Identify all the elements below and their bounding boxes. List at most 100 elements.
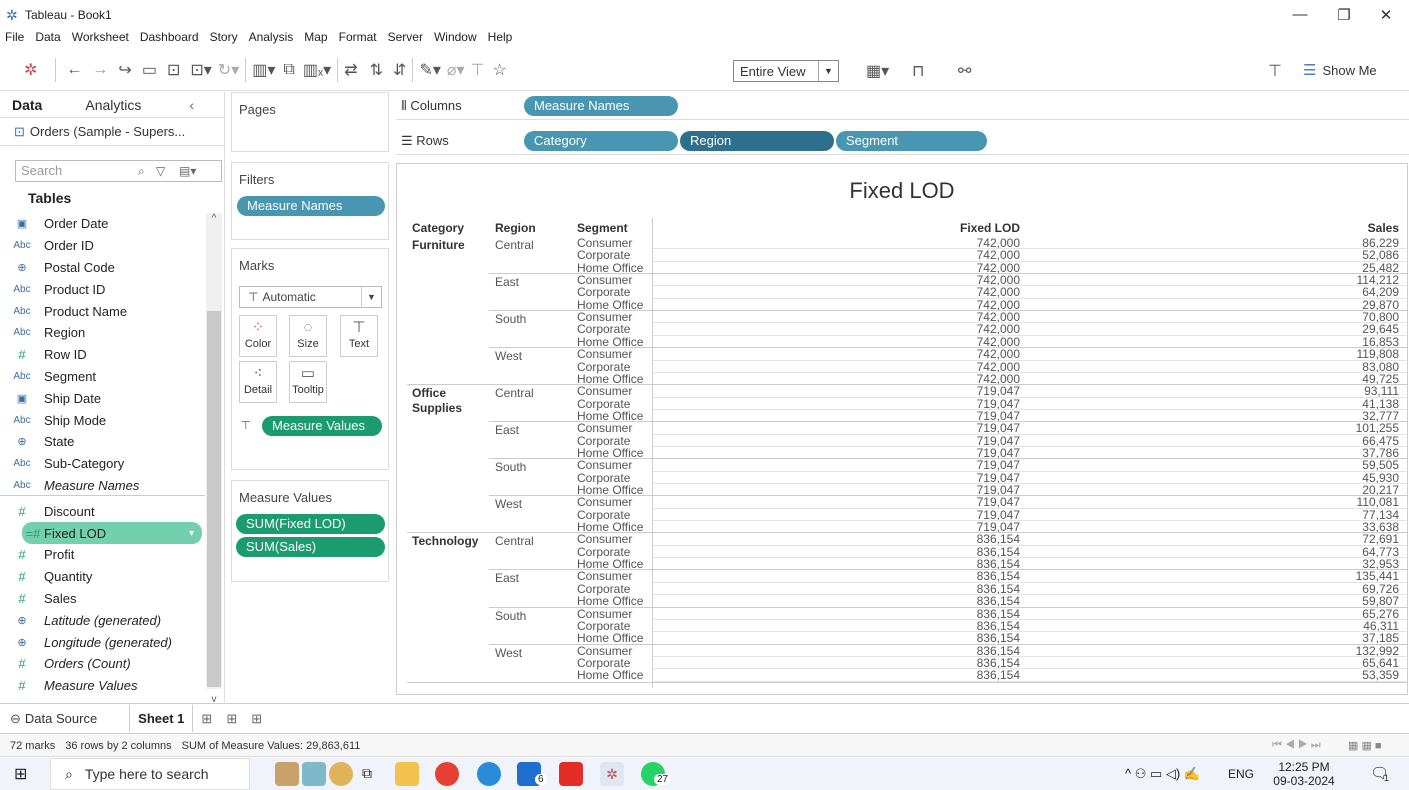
field-ship-date[interactable]: ▣ Ship Date [0,387,205,409]
detail-button[interactable]: ⁖ Detail [239,361,277,403]
field-measure-values[interactable]: # Measure Values [0,675,205,697]
scrollbar-thumb[interactable] [207,311,221,687]
tableau-home-icon[interactable]: ✲ [24,60,37,80]
filter-icon[interactable]: ▽ [156,161,165,181]
system-tray-icons[interactable]: ^ ⚇ ▭ ◁) ✍ [1125,766,1200,782]
search-input[interactable]: Search ⌕ ▽ ▤▾ [15,160,222,182]
menu-window[interactable]: Window [434,30,477,48]
mv-pill-sales[interactable]: SUM(Sales) [236,537,385,557]
field-profit[interactable]: # Profit [0,544,205,566]
segment-label[interactable]: Consumer [577,422,652,434]
segment-label[interactable]: Consumer [577,496,652,508]
search-icon[interactable]: ⌕ [138,161,145,181]
segment-label[interactable]: Home Office [577,262,652,274]
language-indicator[interactable]: ENG [1228,767,1254,781]
region-label[interactable]: East [495,275,519,289]
sheet1-tab[interactable]: Sheet 1 [129,705,194,732]
category-label[interactable]: Furniture [412,238,492,253]
category-label[interactable]: Office Supplies [412,386,492,416]
show-cards-icon[interactable]: ▦▾ [866,61,889,81]
menu-map[interactable]: Map [304,30,327,48]
field-discount[interactable]: # Discount [0,500,205,522]
segment-label[interactable]: Consumer [577,608,652,620]
segment-label[interactable]: Corporate [577,620,652,632]
app-bread-icon[interactable] [329,762,353,786]
segment-label[interactable]: Corporate [577,323,652,335]
segment-label[interactable]: Consumer [577,533,652,545]
region-label[interactable]: East [495,571,519,585]
tab-data[interactable]: Data [12,97,42,113]
segment-label[interactable]: Corporate [577,509,652,521]
segment-label[interactable]: Home Office [577,632,652,644]
marks-pill-measure-values[interactable]: Measure Values [262,416,382,436]
region-label[interactable]: West [495,646,522,660]
menu-file[interactable]: File [5,30,24,48]
mv-pill-fixed-lod[interactable]: SUM(Fixed LOD) [236,514,385,534]
size-button[interactable]: ◌ Size [289,315,327,357]
field-latitude-generated[interactable]: ⊕ Latitude (generated) [0,609,205,631]
field-product-name[interactable]: Abc Product Name [0,300,205,322]
file-explorer-icon[interactable] [395,762,419,786]
new-datasource-icon[interactable]: ⊡ [167,60,180,80]
viz-area[interactable]: Fixed LOD Category Region Segment Fixed … [396,163,1408,695]
color-button[interactable]: ⁘ Color [239,315,277,357]
datasource-item[interactable]: ⊡ Orders (Sample - Supers... [0,118,224,146]
segment-label[interactable]: Consumer [577,237,652,249]
region-label[interactable]: West [495,497,522,511]
segment-label[interactable]: Home Office [577,410,652,422]
field-orders-count[interactable]: # Orders (Count) [0,653,205,675]
field-quantity[interactable]: # Quantity [0,566,205,588]
menu-server[interactable]: Server [388,30,423,48]
menu-dashboard[interactable]: Dashboard [140,30,199,48]
columns-shelf[interactable]: ⦀ Columns Measure Names [396,92,1409,120]
segment-label[interactable]: Consumer [577,459,652,471]
menu-worksheet[interactable]: Worksheet [72,30,129,48]
menu-format[interactable]: Format [339,30,377,48]
field-measure-names[interactable]: Abc Measure Names [0,475,205,497]
maximize-button[interactable]: ❐ [1334,6,1354,24]
segment-label[interactable]: Home Office [577,484,652,496]
field-sub-category[interactable]: Abc Sub-Category [0,453,205,475]
presentation-icon[interactable]: ⊓ [912,61,924,81]
field-segment[interactable]: Abc Segment [0,366,205,388]
forward-icon[interactable]: → [92,61,108,79]
segment-label[interactable]: Corporate [577,546,652,558]
taskbar-search-input[interactable]: ⌕ Type here to search [50,758,250,790]
region-label[interactable]: East [495,423,519,437]
columns-pill-measure-names[interactable]: Measure Names [524,96,678,116]
field-ship-mode[interactable]: Abc Ship Mode [0,409,205,431]
field-product-id[interactable]: Abc Product ID [0,278,205,300]
clear-sheet-icon[interactable]: ▥ₓ▾ [303,60,331,80]
segment-label[interactable]: Consumer [577,311,652,323]
filters-card[interactable]: Filters Measure Names [231,162,389,240]
collapse-icon[interactable]: ‹ [189,97,194,113]
segment-label[interactable]: Corporate [577,249,652,261]
edge-icon[interactable] [477,762,501,786]
labels-icon[interactable]: ⊤ [471,60,485,80]
redo-icon[interactable]: ↪ [118,60,131,80]
data-source-tab[interactable]: Data Source [25,711,97,726]
field-order-id[interactable]: Abc Order ID [0,235,205,257]
segment-label[interactable]: Home Office [577,447,652,459]
new-dashboard-icon[interactable]: ⊞ [226,711,237,727]
navigation-icons[interactable]: ⏮ ◀ ▶ ⏭ [1272,739,1321,752]
segment-label[interactable]: Corporate [577,472,652,484]
show-me-button[interactable]: ☰ Show Me [1303,61,1377,79]
refresh-icon[interactable]: ↻▾ [218,60,239,80]
sort-ascending-icon[interactable]: ⇅ [370,60,383,80]
new-worksheet-icon[interactable]: ▥▾ [252,60,275,80]
mark-type-dropdown[interactable]: ⊤ Automatic ▼ [239,286,382,308]
sort-descending-icon[interactable]: ⇵ [393,60,406,80]
menu-data[interactable]: Data [35,30,60,48]
pause-updates-icon[interactable]: ⊡▾ [190,60,211,80]
segment-label[interactable]: Corporate [577,435,652,447]
segment-label[interactable]: Consumer [577,570,652,582]
segment-label[interactable]: Corporate [577,361,652,373]
segment-label[interactable]: Home Office [577,558,652,570]
region-label[interactable]: South [495,460,526,474]
menu-help[interactable]: Help [488,30,513,48]
rows-pill-segment[interactable]: Segment [836,131,987,151]
field-sales[interactable]: # Sales [0,588,205,610]
highlight-icon[interactable]: ✎▾ [419,60,440,80]
tableau-taskbar-icon[interactable]: ✲ [600,762,624,786]
